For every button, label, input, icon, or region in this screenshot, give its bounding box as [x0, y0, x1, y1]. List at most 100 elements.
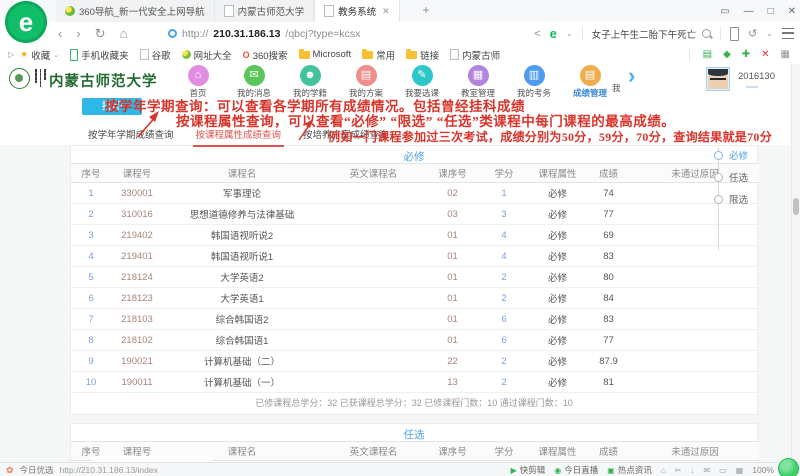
nav-home-icon: ⌂ — [188, 65, 209, 86]
back-button[interactable]: ‹ — [58, 26, 62, 41]
nav-grades[interactable]: ▤成绩管理 — [568, 65, 612, 99]
cell: 219401 — [111, 246, 163, 267]
menu-icon[interactable] — [782, 28, 794, 39]
apps-grid-icon[interactable]: ▦ — [781, 49, 790, 60]
statusbar-item[interactable]: ▣热点资讯 — [607, 464, 652, 476]
annotation-line3: 例如一门课程参加过三次考试，成绩分别为50分，59分，70分，查询结果就是70分 — [328, 128, 772, 145]
bookmark-item[interactable]: 常用 — [362, 48, 395, 62]
share-icon[interactable]: < — [534, 28, 540, 40]
bookmark-item[interactable]: 内蒙古师 — [450, 48, 500, 62]
feedback-icon[interactable]: ▭ — [720, 6, 729, 17]
address-bar[interactable]: http://210.31.186.13/qbcj?type=kcsx — [168, 24, 360, 43]
statusbar-item-icon: ▣ — [607, 466, 615, 475]
chevron-right-icon[interactable]: › — [628, 64, 635, 89]
new-tab-button[interactable]: + — [418, 3, 434, 19]
cell: 01 — [426, 461, 479, 463]
column-header: 英文课程名 — [321, 442, 426, 461]
nav-classroom[interactable]: ▦教室管理 — [456, 65, 500, 99]
nav-exams[interactable]: ▥我的考务 — [512, 65, 556, 99]
column-header: 课序号 — [426, 442, 479, 461]
browser-titlebar: e 360导航_新一代安全上网导航 内蒙古师范大学 教务系统 ✕ + ▭ — □… — [0, 0, 800, 23]
nav-more[interactable]: › 我 — [612, 64, 652, 96]
cell — [321, 461, 426, 463]
mail-icon[interactable]: ✉ — [703, 466, 710, 475]
cell: 84 — [586, 288, 631, 309]
chevron-down-icon[interactable]: ⌄ — [566, 29, 573, 38]
statusbar-item[interactable]: ▶快剪辑 — [511, 464, 546, 476]
bookmark-item[interactable]: 谷歌 — [140, 48, 171, 62]
weather-icon[interactable]: ⌂ — [661, 466, 666, 475]
chevron-down-icon[interactable]: ⌄ — [766, 29, 773, 38]
horizontal-scrollbar[interactable] — [92, 457, 212, 462]
table-row: 5218124大学英语2012必修80 — [71, 267, 759, 288]
cell: 思想道德修养与法律基础 — [163, 204, 321, 225]
section-title: 必修 — [71, 146, 757, 163]
table-row: 9190021计算机基础（二）222必修87.9 — [71, 351, 759, 372]
panel-icon[interactable]: ▦ — [736, 466, 744, 475]
blocker-extension-icon[interactable]: ✕ — [761, 49, 769, 60]
statusbar-item[interactable]: ◉今日直播 — [554, 464, 598, 476]
cell — [631, 225, 759, 246]
zoom-level[interactable]: 100% — [752, 465, 774, 475]
cell: 80 — [586, 267, 631, 288]
maximize-button[interactable]: □ — [768, 6, 774, 17]
nav-course-selection[interactable]: ✎我要选课 — [400, 65, 444, 99]
clip-icon[interactable]: ✂ — [675, 466, 682, 475]
collapse-sidebar-icon[interactable]: ▷ — [8, 50, 14, 59]
add-extension-icon[interactable]: ✚ — [742, 49, 750, 60]
cell — [321, 246, 426, 267]
search-icon[interactable] — [702, 29, 711, 38]
cell: 218103 — [111, 309, 163, 330]
student-id-underline — [746, 86, 758, 88]
vertical-scrollbar[interactable] — [791, 64, 800, 462]
avatar[interactable] — [706, 67, 730, 91]
anchor-item[interactable]: 必修 — [705, 144, 765, 166]
cell: 2 — [479, 267, 529, 288]
url-path: /qbcj?type=kcsx — [285, 28, 360, 40]
forward-button[interactable]: › — [76, 26, 80, 41]
browser-menu-icon[interactable]: e — [550, 26, 557, 41]
cell: 8 — [71, 330, 111, 351]
nav-home[interactable]: ⌂首页 — [176, 65, 220, 99]
bookmark-item[interactable]: Microsoft — [299, 49, 352, 60]
browser-tab-360nav[interactable]: 360导航_新一代安全上网导航 — [56, 0, 215, 22]
cell: 计算机基础（二） — [163, 351, 321, 372]
nav-grades-icon: ▤ — [580, 65, 601, 86]
browser-tab-university[interactable]: 内蒙古师范大学 — [215, 0, 315, 22]
minimize-button[interactable]: — — [744, 6, 754, 17]
undo-icon[interactable]: ↺ — [748, 27, 757, 40]
browser-tab-jwxt[interactable]: 教务系统 ✕ — [314, 0, 400, 22]
close-button[interactable]: ✕ — [788, 6, 796, 17]
home-button[interactable]: ⌂ — [120, 26, 128, 41]
anchor-item[interactable]: 任选 — [705, 166, 765, 188]
scrollbar-thumb[interactable] — [793, 198, 799, 215]
today-picks-label[interactable]: 今日优选 — [20, 464, 54, 476]
notes-extension-icon[interactable]: ▤ — [703, 49, 712, 60]
nav-messages[interactable]: ✉我的消息 — [232, 65, 276, 99]
bookmark-item[interactable]: O360搜索 — [243, 48, 288, 62]
bookmark-item[interactable]: 手机收藏夹 — [70, 48, 129, 62]
shield-extension-icon[interactable]: ◆ — [723, 49, 731, 60]
speed-ball-button[interactable] — [778, 458, 799, 476]
bookmark-item[interactable]: ★收藏⌄ — [20, 48, 59, 62]
bookmark-label: 链接 — [420, 48, 439, 62]
tab-close-icon[interactable]: ✕ — [382, 6, 390, 17]
phone-sync-icon[interactable] — [730, 27, 739, 41]
bookmark-item[interactable]: 网址大全 — [182, 48, 232, 62]
nav-student-status[interactable]: ☻我的学籍 — [288, 65, 332, 99]
anchor-item[interactable]: 限选 — [705, 188, 765, 210]
download-icon[interactable]: ↓ — [690, 466, 694, 475]
window-icon[interactable]: ▭ — [719, 466, 727, 475]
column-header: 学分 — [479, 442, 529, 461]
browser-logo-icon[interactable]: e — [5, 1, 47, 43]
cell: 1 — [71, 183, 111, 204]
cell: 77 — [586, 330, 631, 351]
bookmark-item[interactable]: 链接 — [406, 48, 439, 62]
page-icon — [450, 49, 459, 60]
cell — [321, 267, 426, 288]
site-info-icon[interactable] — [168, 29, 177, 38]
refresh-button[interactable]: ↻ — [95, 26, 106, 42]
hot-search-box[interactable]: 女子上午生二胎下午死亡 — [592, 27, 712, 41]
cell: 4 — [71, 246, 111, 267]
nav-plan[interactable]: ▤我的方案 — [344, 65, 388, 99]
